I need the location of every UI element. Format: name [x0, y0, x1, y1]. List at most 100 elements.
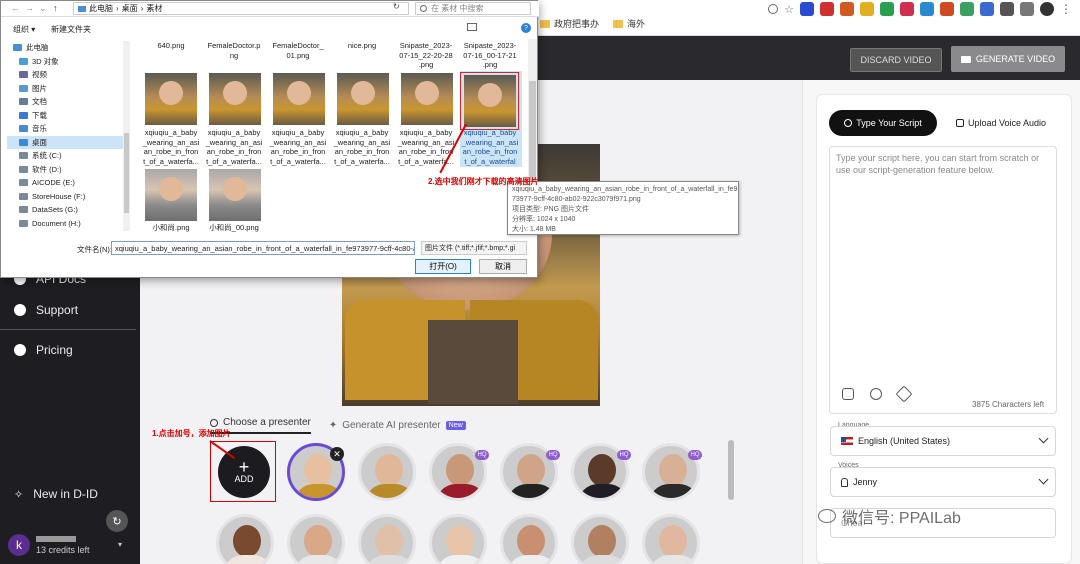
- extension-b-icon[interactable]: [840, 2, 854, 16]
- tree-item-drive-d[interactable]: 软件 (D:): [7, 163, 123, 177]
- file-label[interactable]: 小和尚_00.png: [205, 223, 263, 233]
- extension-e-icon[interactable]: [900, 2, 914, 16]
- close-icon[interactable]: ✕: [330, 447, 344, 461]
- tree-item-this-pc[interactable]: 此电脑: [7, 41, 123, 55]
- discard-video-button[interactable]: DISCARD VIDEO: [850, 48, 942, 72]
- tree-item-music[interactable]: 音乐: [7, 122, 123, 136]
- tab-type-script[interactable]: Type Your Script: [829, 110, 937, 136]
- back-arrow-icon[interactable]: ←: [11, 3, 20, 13]
- profile-icon[interactable]: [1040, 2, 1054, 16]
- file-label[interactable]: xqiuqiu_a_baby _wearing_an_asi an_robe_i…: [142, 128, 200, 166]
- bookmark-folder-overseas[interactable]: 海外: [613, 17, 645, 30]
- organize-menu[interactable]: 组织 ▾: [13, 24, 35, 35]
- file-thumbnail[interactable]: [209, 169, 261, 221]
- chevron-down-icon[interactable]: ⌄: [39, 3, 47, 14]
- extension-f-icon[interactable]: [920, 2, 934, 16]
- refresh-icon[interactable]: ↻: [106, 510, 128, 532]
- tree-item-documents[interactable]: 文档: [7, 95, 123, 109]
- file-label[interactable]: Snipaste_2023- 07-15_22-20-28 .png: [397, 41, 455, 70]
- extension-c-icon[interactable]: [860, 2, 874, 16]
- user-account[interactable]: k 13 credits left: [8, 534, 90, 556]
- file-thumbnail[interactable]: [209, 73, 261, 125]
- tree-item-3d[interactable]: 3D 对象: [7, 55, 123, 69]
- breadcrumb[interactable]: 此电脑 › 桌面 › 素材: [73, 2, 409, 15]
- bookmark-folder-gov[interactable]: 政府把事办: [540, 17, 599, 30]
- tree-item-drive-h[interactable]: Document (H:): [7, 217, 123, 231]
- presenter-woman-asian[interactable]: [429, 514, 487, 564]
- forward-arrow-icon[interactable]: →: [25, 3, 34, 13]
- sidebar-item-support[interactable]: Support: [14, 303, 78, 317]
- extension-j-icon[interactable]: [1000, 2, 1014, 16]
- presenter-woman-grey-hair[interactable]: [358, 514, 416, 564]
- tree-item-drive-f[interactable]: StoreHouse (F:): [7, 190, 123, 204]
- breadcrumb-item[interactable]: 桌面: [122, 3, 138, 14]
- extensions-puzzle-icon[interactable]: [1020, 2, 1034, 16]
- tree-scrollbar-thumb[interactable]: [124, 133, 129, 213]
- extension-i-icon[interactable]: [980, 2, 994, 16]
- zoom-icon[interactable]: [768, 4, 779, 14]
- extension-d-icon[interactable]: [880, 2, 894, 16]
- tree-item-drive-g[interactable]: DataSets (G:): [7, 203, 123, 217]
- voice-select[interactable]: Jenny: [830, 467, 1056, 497]
- comment-icon[interactable]: [842, 388, 854, 400]
- file-label[interactable]: 小和尚.png: [142, 223, 200, 233]
- chevron-down-icon[interactable]: ▾: [118, 540, 122, 549]
- view-options-icon[interactable]: [467, 23, 477, 31]
- tree-item-drive-c[interactable]: 系统 (C:): [7, 149, 123, 163]
- help-icon[interactable]: ?: [521, 23, 531, 33]
- file-label[interactable]: nice.png: [333, 41, 391, 51]
- file-label[interactable]: FemaleDoctor.p ng: [205, 41, 263, 60]
- refresh-icon[interactable]: ↻: [393, 2, 400, 11]
- tree-item-drive-e[interactable]: AICODE (E:): [7, 176, 123, 190]
- tree-item-downloads[interactable]: 下载: [7, 109, 123, 123]
- script-textarea[interactable]: [829, 146, 1057, 414]
- sidebar-item-new-in-did[interactable]: ✧ New in D-ID: [14, 487, 98, 501]
- tree-item-pictures[interactable]: 图片: [7, 82, 123, 96]
- presenter-man-beard[interactable]: [287, 514, 345, 564]
- presenter-scrollbar[interactable]: [728, 440, 734, 500]
- file-thumbnail[interactable]: [401, 73, 453, 125]
- open-button[interactable]: 打开(O): [415, 259, 471, 274]
- up-arrow-icon[interactable]: ↑: [53, 3, 58, 13]
- extension-h-icon[interactable]: [960, 2, 974, 16]
- file-thumbnail[interactable]: [273, 73, 325, 125]
- file-label[interactable]: xqiuqiu_a_baby _wearing_an_asi an_robe_i…: [333, 128, 391, 166]
- file-label[interactable]: xqiuqiu_a_baby _wearing_an_asi an_robe_i…: [269, 128, 327, 166]
- file-label[interactable]: FemaleDoctor_ 01.png: [269, 41, 327, 60]
- file-thumbnail[interactable]: [145, 169, 197, 221]
- wechat-icon: [818, 509, 836, 523]
- presenter-man-older[interactable]: [642, 514, 700, 564]
- presenter-woman-curly[interactable]: [216, 514, 274, 564]
- filetype-select[interactable]: 图片文件 (*.tiff;*.jfif;*.bmp;*.gi: [421, 241, 527, 255]
- generate-video-button[interactable]: GENERATE VIDEO: [951, 46, 1065, 72]
- browser-menu-icon[interactable]: ⋮: [1060, 2, 1072, 16]
- timer-icon[interactable]: [870, 388, 882, 400]
- language-select[interactable]: English (United States): [830, 426, 1056, 456]
- file-label-selected[interactable]: xqiuqiu_a_baby _wearing_an_asi an_robe_i…: [461, 128, 519, 166]
- presenter-man-glasses[interactable]: [571, 514, 629, 564]
- file-label[interactable]: 640.png: [142, 41, 200, 51]
- file-label[interactable]: Snipaste_2023- 07-16_00-17-21 .png: [461, 41, 519, 70]
- tree-item-desktop[interactable]: 桌面: [7, 135, 123, 149]
- tab-generate-ai-presenter[interactable]: ✦ Generate AI presenter New: [329, 420, 466, 431]
- cancel-button[interactable]: 取消: [479, 259, 527, 274]
- presenter-baby-monk[interactable]: [358, 443, 416, 501]
- sidebar-item-pricing[interactable]: Pricing: [14, 343, 73, 357]
- wand-icon[interactable]: [895, 385, 913, 403]
- breadcrumb-item[interactable]: 此电脑: [89, 3, 113, 14]
- breadcrumb-item[interactable]: 素材: [146, 3, 162, 14]
- file-label[interactable]: xqiuqiu_a_baby _wearing_an_asi an_robe_i…: [205, 128, 263, 166]
- file-thumbnail[interactable]: [145, 73, 197, 125]
- extension-g-icon[interactable]: [940, 2, 954, 16]
- tree-item-video[interactable]: 视频: [7, 68, 123, 82]
- presenter-woman-smile[interactable]: [500, 514, 558, 564]
- filename-input[interactable]: xqiuqiu_a_baby_wearing_an_asian_robe_in_…: [111, 241, 415, 255]
- tab-upload-voice-audio[interactable]: Upload Voice Audio: [946, 110, 1056, 136]
- new-folder-button[interactable]: 新建文件夹: [51, 24, 91, 35]
- extension-v-icon[interactable]: [800, 2, 814, 16]
- add-presenter-button[interactable]: + ADD: [218, 446, 270, 498]
- extension-a-icon[interactable]: [820, 2, 834, 16]
- star-icon[interactable]: ☆: [784, 3, 794, 16]
- file-thumbnail[interactable]: [337, 73, 389, 125]
- search-input[interactable]: 在 素材 中搜索: [415, 2, 531, 15]
